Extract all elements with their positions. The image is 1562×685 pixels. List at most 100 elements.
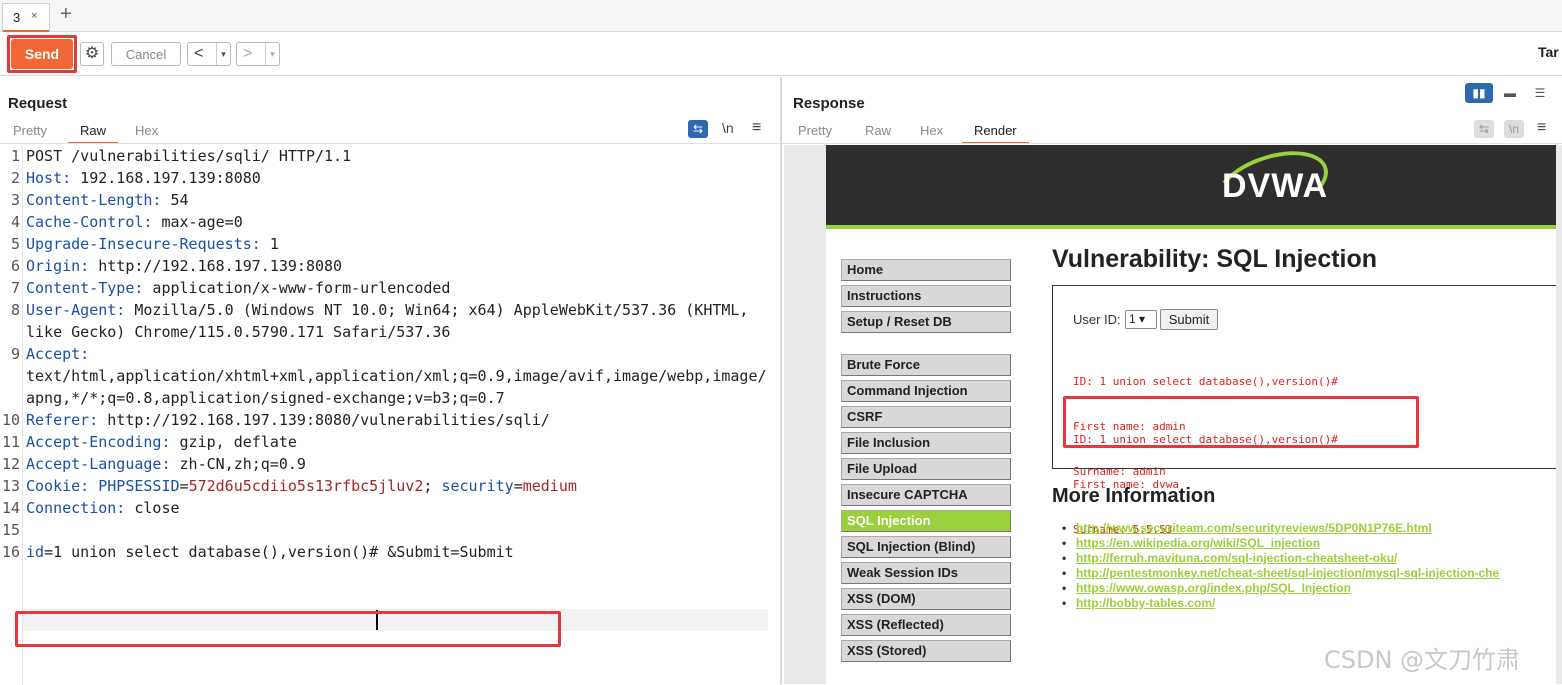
send-highlight-box xyxy=(7,35,77,73)
line-number: 2 xyxy=(10,169,20,187)
submit-button[interactable]: Submit xyxy=(1160,309,1218,330)
menu-icon[interactable]: ≡ xyxy=(752,119,761,137)
cookie-token: security xyxy=(441,477,514,495)
target-label[interactable]: Tar xyxy=(1538,44,1559,60)
cookie-token: = xyxy=(179,477,189,495)
menu-item-sql-injection[interactable]: SQL Injection xyxy=(841,510,1011,532)
header-value: gzip, deflate xyxy=(170,433,297,451)
body-highlight-box xyxy=(15,611,561,647)
request-line: Accept-Language: zh-CN,zh;q=0.9 xyxy=(26,455,306,473)
header-name: Referer: xyxy=(26,411,99,429)
request-panel: Request Pretty Raw Hex ⇆ \n ≡ 1 POST /vul… xyxy=(0,77,780,685)
toolbar: Send ⚙ Cancel < ▾ > ▾ Tar xyxy=(0,32,1562,76)
cancel-button[interactable]: Cancel xyxy=(111,42,181,66)
tab-raw[interactable]: Raw xyxy=(67,123,119,144)
request-line: Upgrade-Insecure-Requests: 1 xyxy=(26,235,279,253)
tab-raw[interactable]: Raw xyxy=(865,123,891,138)
more-information-heading: More Information xyxy=(1052,485,1216,507)
forward-button[interactable]: > ▾ xyxy=(236,42,280,66)
request-line: apng,*/*;q=0.8,application/signed-exchan… xyxy=(26,389,505,407)
back-button[interactable]: < ▾ xyxy=(187,42,231,66)
header-value: zh-CN,zh;q=0.9 xyxy=(170,455,306,473)
tab-hex[interactable]: Hex xyxy=(135,123,158,138)
link[interactable]: http://ferruh.mavituna.com/sql-injection… xyxy=(1062,551,1499,566)
request-line: Content-Type: application/x-www-form-url… xyxy=(26,279,450,297)
line-number: 14 xyxy=(1,499,20,517)
menu-item-home[interactable]: Home xyxy=(841,259,1011,281)
header-value: POST /vulnerabilities/sqli/ HTTP/1.1 xyxy=(26,147,352,165)
link[interactable]: https://www.owasp.org/index.php/SQL_Inje… xyxy=(1062,581,1499,596)
menu-item-setup-reset-db[interactable]: Setup / Reset DB xyxy=(841,311,1011,333)
line-number: 9 xyxy=(10,345,20,363)
header-name: Accept: xyxy=(26,345,90,363)
menu-item-xss-stored[interactable]: XSS (Stored) xyxy=(841,640,1011,662)
menu-item-insecure-captcha[interactable]: Insecure CAPTCHA xyxy=(841,484,1011,506)
menu-item-file-upload[interactable]: File Upload xyxy=(841,458,1011,480)
header-name: Accept-Language: xyxy=(26,455,171,473)
line-number: 5 xyxy=(10,235,20,253)
header-value: http://192.168.197.139:8080/vulnerabilit… xyxy=(98,411,550,429)
user-id-select[interactable]: 1 ▾ xyxy=(1125,310,1157,329)
word-wrap-icon[interactable]: ⇆ xyxy=(688,120,708,138)
tab-label: 3 xyxy=(13,10,21,25)
menu-item-command-injection[interactable]: Command Injection xyxy=(841,380,1011,402)
response-panel: ▮▮ ▬ ☰ Response Pretty Raw Hex Render ⇆ … xyxy=(782,77,1562,684)
cookie-token: ; xyxy=(423,477,442,495)
tab-render[interactable]: Render xyxy=(962,123,1029,144)
link[interactable]: https://en.wikipedia.org/wiki/SQL_inject… xyxy=(1062,536,1499,551)
layout-single-icon[interactable]: ☰ xyxy=(1526,83,1554,103)
request-line: Connection: close xyxy=(26,499,180,517)
menu-icon[interactable]: ≡ xyxy=(1537,119,1546,137)
cookie-token: PHPSESSID xyxy=(98,477,180,495)
menu-item-xss-reflected[interactable]: XSS (Reflected) xyxy=(841,614,1011,636)
menu-item-instructions[interactable]: Instructions xyxy=(841,285,1011,307)
menu-item-brute-force[interactable]: Brute Force xyxy=(841,354,1011,376)
tab-3[interactable]: 3 × xyxy=(2,3,50,33)
chevron-down-icon[interactable]: ▾ xyxy=(265,43,279,65)
layout-horizontal-icon[interactable]: ▬ xyxy=(1496,83,1524,103)
tab-hex[interactable]: Hex xyxy=(920,123,943,138)
layout-split-icon[interactable]: ▮▮ xyxy=(1465,83,1493,103)
result-highlight-box xyxy=(1063,396,1419,448)
tab-pretty[interactable]: Pretty xyxy=(13,123,47,138)
header-name: Content-Type: xyxy=(26,279,144,297)
cookie-token: = xyxy=(513,477,523,495)
word-wrap-icon: ⇆ xyxy=(1474,120,1494,138)
add-tab-icon[interactable]: + xyxy=(60,3,72,26)
menu-item-weak-session-ids[interactable]: Weak Session IDs xyxy=(841,562,1011,584)
menu-item-xss-dom[interactable]: XSS (DOM) xyxy=(841,588,1011,610)
tab-pretty[interactable]: Pretty xyxy=(798,123,832,138)
line-number: 8 xyxy=(10,301,20,319)
body-payload: =1 union select database(),version()# xyxy=(44,543,379,561)
line-number: 13 xyxy=(1,477,20,495)
menu-item-sql-injection-blind[interactable]: SQL Injection (Blind) xyxy=(841,536,1011,558)
link[interactable]: http://bobby-tables.com/ xyxy=(1062,596,1499,611)
newline-icon[interactable]: \n xyxy=(722,120,734,136)
cookie-token: Cookie: xyxy=(26,477,90,495)
body-param-name: id xyxy=(26,543,45,561)
link[interactable]: http://www.securiteam.com/securityreview… xyxy=(1062,521,1499,536)
link[interactable]: http://pentestmonkey.net/cheat-sheet/sql… xyxy=(1062,566,1499,581)
header-name: User-Agent: xyxy=(26,301,126,319)
chevron-down-icon[interactable]: ▾ xyxy=(216,43,230,65)
response-title: Response xyxy=(793,95,865,112)
menu-item-csrf[interactable]: CSRF xyxy=(841,406,1011,428)
request-line: Origin: http://192.168.197.139:8080 xyxy=(26,257,342,275)
request-line: id=1 union select database(),version()# … xyxy=(26,543,514,561)
header-name: Connection: xyxy=(26,499,126,517)
request-line: Content-Length: 54 xyxy=(26,191,189,209)
header-value: 1 xyxy=(260,235,279,253)
request-title: Request xyxy=(8,95,68,112)
menu-item-file-inclusion[interactable]: File Inclusion xyxy=(841,432,1011,454)
header-name: Content-Length: xyxy=(26,191,162,209)
close-icon[interactable]: × xyxy=(31,10,37,22)
gear-icon[interactable]: ⚙ xyxy=(80,42,104,66)
header-value: apng,*/*;q=0.8,application/signed-exchan… xyxy=(26,389,505,407)
dvwa-page: DVWA Home Instructions Setup / Reset DB Bru… xyxy=(826,145,1556,684)
more-information-links: http://www.securiteam.com/securityreview… xyxy=(1062,521,1499,611)
header-name: Accept-Encoding: xyxy=(26,433,171,451)
request-line: Accept-Encoding: gzip, deflate xyxy=(26,433,297,451)
render-view[interactable]: DVWA Home Instructions Setup / Reset DB Bru… xyxy=(784,145,1562,684)
line-number: 6 xyxy=(10,257,20,275)
line-number: 3 xyxy=(10,191,20,209)
